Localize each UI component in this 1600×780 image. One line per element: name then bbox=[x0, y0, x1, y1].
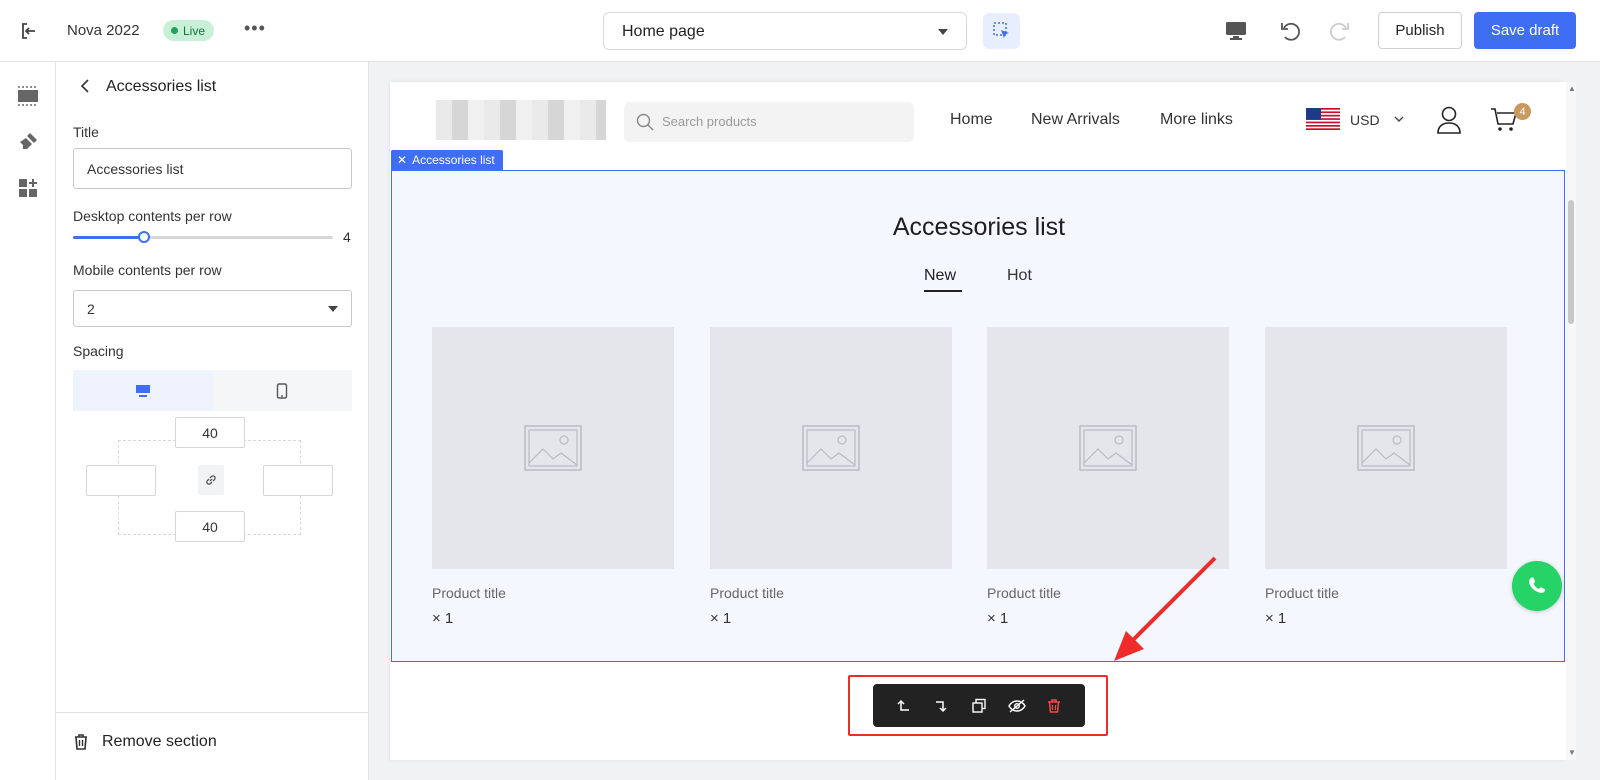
chevron-down-icon bbox=[938, 29, 948, 35]
product-card[interactable]: Product title × 1 bbox=[1265, 327, 1507, 627]
scroll-thumb[interactable] bbox=[1568, 200, 1574, 324]
nav-home[interactable]: Home bbox=[950, 111, 993, 129]
page-select[interactable]: Home page bbox=[603, 12, 967, 50]
spacing-bottom-input[interactable] bbox=[175, 511, 245, 542]
desktop-preview-icon[interactable] bbox=[1222, 17, 1250, 45]
mobile-icon bbox=[277, 382, 288, 399]
remove-section-button[interactable]: Remove section bbox=[56, 712, 369, 780]
tab-new[interactable]: New bbox=[924, 267, 956, 285]
theme-style-icon[interactable] bbox=[16, 130, 40, 154]
redo-icon[interactable] bbox=[1326, 17, 1354, 45]
more-options-icon[interactable]: ••• bbox=[244, 18, 266, 39]
desktop-per-row-slider[interactable] bbox=[73, 231, 333, 243]
undo-icon[interactable] bbox=[1276, 17, 1304, 45]
tab-hot[interactable]: Hot bbox=[1007, 267, 1032, 285]
product-qty: × 1 bbox=[432, 610, 454, 627]
nav-more-links[interactable]: More links bbox=[1160, 111, 1233, 129]
status-badge: Live bbox=[163, 20, 215, 41]
annotation-arrow-icon bbox=[1114, 556, 1217, 661]
apps-icon[interactable] bbox=[16, 176, 40, 200]
live-dot-icon bbox=[171, 27, 178, 34]
store-preview: Search products Home New Arrivals More l… bbox=[390, 82, 1566, 760]
save-draft-button[interactable]: Save draft bbox=[1474, 12, 1576, 49]
product-image bbox=[987, 327, 1229, 569]
section-tag-label: Accessories list bbox=[412, 153, 495, 167]
desktop-per-row-label: Desktop contents per row bbox=[73, 208, 232, 224]
link-icon bbox=[206, 475, 216, 485]
active-tab-underline bbox=[924, 290, 962, 292]
mobile-per-row-select[interactable]: 2 bbox=[73, 290, 352, 327]
section-tag[interactable]: ✕ Accessories list bbox=[391, 150, 503, 170]
page-select-value: Home page bbox=[622, 23, 705, 40]
tab-mobile-spacing[interactable] bbox=[213, 370, 353, 411]
exit-icon[interactable] bbox=[18, 20, 40, 42]
spacing-device-tabs bbox=[73, 370, 352, 411]
chevron-down-icon bbox=[1394, 116, 1404, 122]
currency-selector[interactable]: USD bbox=[1350, 112, 1380, 128]
product-title: Product title bbox=[432, 585, 506, 601]
title-label: Title bbox=[73, 124, 99, 140]
product-title: Product title bbox=[1265, 585, 1339, 601]
preview-scrollbar[interactable] bbox=[1566, 82, 1576, 760]
desktop-per-row-value: 4 bbox=[343, 229, 351, 245]
product-image bbox=[432, 327, 674, 569]
nav-new-arrivals[interactable]: New Arrivals bbox=[1031, 111, 1120, 129]
mobile-per-row-label: Mobile contents per row bbox=[73, 262, 222, 278]
spacing-left-input[interactable] bbox=[86, 465, 156, 496]
section-title: Accessories list bbox=[892, 213, 1066, 241]
image-placeholder-icon bbox=[524, 425, 582, 471]
publish-button[interactable]: Publish bbox=[1378, 12, 1462, 49]
product-qty: × 1 bbox=[1265, 610, 1287, 627]
whatsapp-icon[interactable] bbox=[1512, 561, 1562, 611]
tab-desktop-spacing[interactable] bbox=[73, 370, 213, 411]
mobile-per-row-value: 2 bbox=[87, 301, 95, 317]
chevron-down-icon bbox=[328, 306, 338, 312]
top-bar: Nova 2022 Live ••• Home page Publish Sav… bbox=[0, 0, 1600, 62]
close-icon[interactable]: ✕ bbox=[397, 153, 407, 167]
spacing-right-input[interactable] bbox=[263, 465, 333, 496]
scroll-down-icon[interactable]: ▼ bbox=[1568, 748, 1576, 757]
panel-title: Accessories list bbox=[106, 78, 217, 95]
cart-count-badge: 4 bbox=[1514, 103, 1531, 120]
product-qty: × 1 bbox=[710, 610, 732, 627]
product-image bbox=[710, 327, 952, 569]
us-flag-icon[interactable] bbox=[1306, 108, 1340, 130]
image-placeholder-icon bbox=[802, 425, 860, 471]
trash-icon bbox=[72, 733, 90, 751]
select-element-button[interactable] bbox=[983, 13, 1020, 49]
title-input[interactable] bbox=[73, 148, 352, 189]
annotation-highlight-box bbox=[848, 675, 1108, 736]
store-logo[interactable] bbox=[436, 100, 606, 140]
product-image bbox=[1265, 327, 1507, 569]
product-card[interactable]: Product title × 1 bbox=[432, 327, 674, 627]
settings-panel: Accessories list Title Desktop contents … bbox=[56, 62, 369, 780]
scroll-up-icon[interactable]: ▲ bbox=[1568, 84, 1576, 93]
desktop-icon bbox=[135, 384, 150, 397]
cursor-select-icon bbox=[992, 22, 1009, 38]
slider-thumb[interactable] bbox=[138, 231, 150, 243]
search-icon bbox=[636, 113, 654, 131]
store-name: Nova 2022 bbox=[67, 22, 140, 39]
accessories-section[interactable]: Accessories list New Hot Product title ×… bbox=[391, 170, 1565, 662]
link-spacing-button[interactable] bbox=[198, 465, 224, 495]
store-header: Search products Home New Arrivals More l… bbox=[390, 82, 1566, 162]
store-search[interactable]: Search products bbox=[624, 102, 914, 142]
user-icon[interactable] bbox=[1436, 106, 1462, 134]
remove-section-label: Remove section bbox=[102, 733, 217, 750]
spacing-label: Spacing bbox=[73, 343, 124, 359]
slider-fill bbox=[73, 236, 144, 239]
search-placeholder: Search products bbox=[662, 114, 757, 129]
product-card[interactable]: Product title × 1 bbox=[710, 327, 952, 627]
image-placeholder-icon bbox=[1357, 425, 1415, 471]
product-title: Product title bbox=[710, 585, 784, 601]
sections-icon[interactable] bbox=[16, 84, 40, 108]
icon-rail bbox=[0, 62, 56, 780]
status-text: Live bbox=[183, 23, 206, 38]
image-placeholder-icon bbox=[1079, 425, 1137, 471]
spacing-top-input[interactable] bbox=[175, 417, 245, 448]
back-chevron-icon[interactable] bbox=[78, 78, 94, 94]
